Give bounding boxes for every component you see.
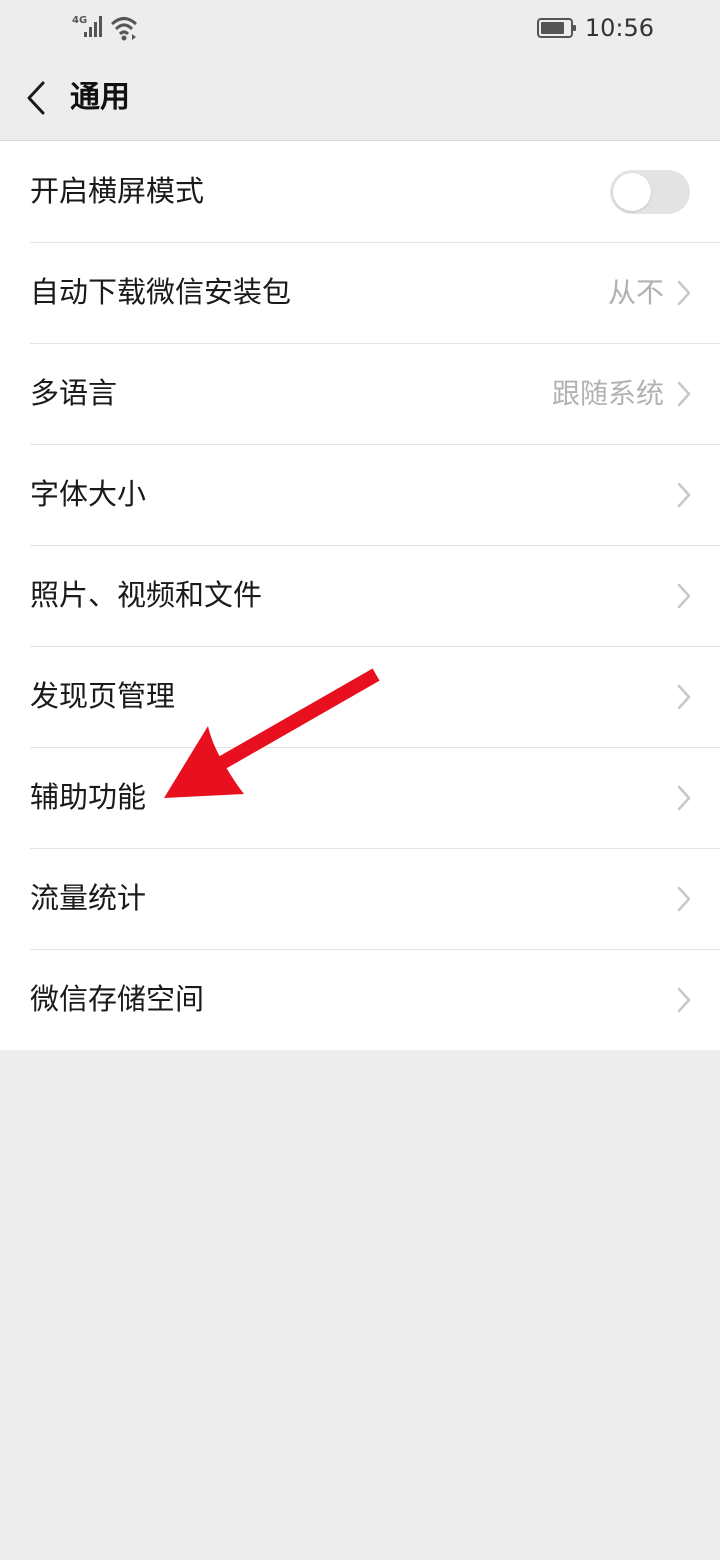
setting-label: 微信存储空间 bbox=[30, 982, 205, 1016]
wifi-icon bbox=[110, 17, 138, 41]
setting-label: 照片、视频和文件 bbox=[30, 578, 263, 612]
back-arrow-icon bbox=[27, 81, 45, 115]
chevron-right-icon bbox=[677, 280, 691, 306]
setting-photos-videos-files[interactable]: 照片、视频和文件 bbox=[0, 545, 720, 646]
chevron-right-icon bbox=[677, 785, 691, 811]
setting-accessibility[interactable]: 辅助功能 bbox=[0, 747, 720, 848]
setting-label: 字体大小 bbox=[30, 477, 147, 511]
chevron-right-icon bbox=[677, 583, 691, 609]
chevron-right-icon bbox=[677, 987, 691, 1013]
setting-label: 辅助功能 bbox=[30, 780, 147, 814]
setting-language[interactable]: 多语言 跟随系统 bbox=[0, 343, 720, 444]
nav-header: 通用 bbox=[0, 56, 720, 141]
setting-data-usage[interactable]: 流量统计 bbox=[0, 848, 720, 949]
network-type-label: 4G bbox=[72, 15, 87, 26]
back-button[interactable] bbox=[14, 74, 58, 122]
status-right: 10:56 bbox=[536, 12, 654, 44]
status-left: 4G bbox=[72, 12, 142, 42]
setting-label: 多语言 bbox=[30, 376, 118, 410]
status-time: 10:56 bbox=[584, 14, 654, 42]
setting-label: 开启横屏模式 bbox=[30, 174, 205, 208]
settings-list: 开启横屏模式 自动下载微信安装包 从不 多语言 跟随系统 字体大小 照片、视频和… bbox=[0, 141, 720, 1050]
setting-value: 跟随系统 bbox=[551, 377, 664, 410]
setting-discover-management[interactable]: 发现页管理 bbox=[0, 646, 720, 747]
chevron-right-icon bbox=[677, 886, 691, 912]
setting-landscape-mode[interactable]: 开启横屏模式 bbox=[0, 141, 720, 242]
status-bar: 4G 10:56 bbox=[0, 0, 720, 56]
setting-label: 自动下载微信安装包 bbox=[30, 275, 292, 309]
setting-label: 发现页管理 bbox=[30, 679, 176, 713]
toggle-knob bbox=[613, 173, 651, 211]
setting-auto-download-package[interactable]: 自动下载微信安装包 从不 bbox=[0, 242, 720, 343]
page-title: 通用 bbox=[70, 80, 130, 115]
screen: 4G 10:56 通用 开启横屏模式 自动下载微信安装包 从不 多语言 跟随系统… bbox=[0, 0, 720, 1560]
setting-storage[interactable]: 微信存储空间 bbox=[0, 949, 720, 1050]
setting-font-size[interactable]: 字体大小 bbox=[0, 444, 720, 545]
chevron-right-icon bbox=[677, 684, 691, 710]
setting-value: 从不 bbox=[607, 276, 664, 309]
landscape-mode-toggle[interactable] bbox=[610, 170, 690, 214]
chevron-right-icon bbox=[677, 381, 691, 407]
setting-label: 流量统计 bbox=[30, 881, 147, 915]
battery-icon bbox=[536, 18, 576, 38]
chevron-right-icon bbox=[677, 482, 691, 508]
